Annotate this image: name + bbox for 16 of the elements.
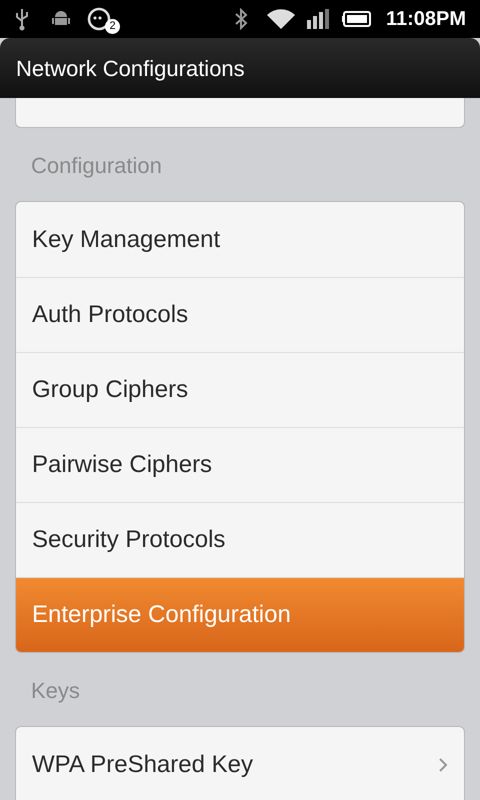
list-item[interactable]: Pairwise Ciphers (16, 427, 464, 502)
bluetooth-icon (234, 8, 248, 30)
list-item[interactable]: Group Ciphers (16, 352, 464, 427)
list-item[interactable]: Auth Protocols (16, 277, 464, 352)
notification-badge: 2 (105, 19, 120, 34)
usb-icon (14, 7, 30, 31)
wifi-icon (266, 7, 296, 31)
signal-icon (306, 8, 330, 30)
window-title: Network Configurations (16, 54, 245, 83)
chat-icon (86, 6, 112, 32)
list-item[interactable]: Key Management (16, 202, 464, 277)
section-header: Keys (31, 676, 80, 705)
section-header: Configuration (31, 152, 162, 180)
list-item[interactable]: WPA PreShared Key (16, 727, 464, 800)
clock-time: 11:08PM (386, 7, 466, 32)
battery-icon (342, 10, 372, 28)
